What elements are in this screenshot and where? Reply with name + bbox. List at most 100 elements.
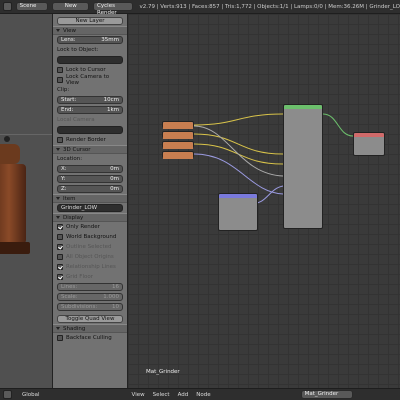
menu-node[interactable]: Node bbox=[196, 392, 210, 398]
cursor-x-value: 0m bbox=[110, 166, 119, 172]
cursor-x-label: X: bbox=[61, 166, 67, 172]
image-texture-node[interactable] bbox=[162, 141, 194, 149]
new-layer-button[interactable]: New Layer bbox=[57, 17, 123, 25]
grid-lines-label: Lines: bbox=[61, 284, 78, 290]
item-panel-title: Item bbox=[63, 195, 76, 202]
grid-floor-checkbox[interactable] bbox=[57, 274, 63, 280]
clip-end-label: End: bbox=[61, 107, 74, 113]
lock-object-field[interactable] bbox=[57, 56, 123, 64]
grid-subdivisions-field[interactable]: Subdivisions: 10 bbox=[57, 303, 123, 311]
image-texture-node[interactable] bbox=[162, 131, 194, 139]
grid-lines-field[interactable]: Lines: 16 bbox=[57, 283, 123, 291]
clip-start-label: Start: bbox=[61, 97, 77, 103]
lock-cursor-label: Lock to Cursor bbox=[66, 67, 106, 73]
cursor-panel-header[interactable]: 3D Cursor bbox=[53, 145, 127, 154]
only-render-checkbox[interactable] bbox=[57, 224, 63, 230]
outline-selected-label: Outline Selected bbox=[66, 244, 112, 250]
collapse-arrow-icon bbox=[56, 148, 60, 151]
collapse-arrow-icon bbox=[56, 29, 60, 32]
editor-type-icon[interactable] bbox=[3, 390, 12, 399]
backface-culling-label: Backface Culling bbox=[66, 335, 112, 341]
local-camera-field[interactable] bbox=[57, 126, 123, 134]
lock-camera-checkbox[interactable] bbox=[57, 77, 63, 83]
material-selector[interactable]: Mat_Grinder bbox=[300, 390, 353, 399]
world-background-label: World Background bbox=[66, 234, 117, 240]
backface-culling-checkbox[interactable] bbox=[57, 335, 63, 341]
bsdf-node-header bbox=[284, 105, 322, 109]
shading-panel-title: Shading bbox=[63, 325, 86, 332]
lens-label: Lens: bbox=[61, 37, 76, 43]
editor-type-icon[interactable] bbox=[3, 2, 12, 11]
new-scene-button[interactable]: New bbox=[52, 2, 90, 11]
view-panel-header[interactable]: View bbox=[53, 26, 127, 35]
grid-scale-value: 1.000 bbox=[103, 294, 119, 300]
grinder-top bbox=[0, 144, 20, 164]
grinder-body bbox=[0, 164, 26, 244]
menu-select[interactable]: Select bbox=[153, 392, 170, 398]
object-name-field[interactable]: Grinder_LOW bbox=[57, 204, 123, 212]
render-border-checkbox[interactable] bbox=[57, 137, 63, 143]
clip-label: Clip: bbox=[57, 87, 70, 93]
menu-view[interactable]: View bbox=[132, 392, 145, 398]
cursor-y-field[interactable]: Y: 0m bbox=[57, 175, 123, 183]
all-origins-checkbox[interactable] bbox=[57, 254, 63, 260]
collapse-arrow-icon bbox=[56, 197, 60, 200]
properties-sidebar: New Layer View Lens: 35mm Lock to Object:… bbox=[52, 14, 128, 388]
node-links bbox=[193, 113, 354, 205]
mapping-node-header bbox=[219, 194, 257, 198]
image-texture-node[interactable] bbox=[162, 121, 194, 129]
outline-selected-checkbox[interactable] bbox=[57, 244, 63, 250]
menu-global[interactable]: Global bbox=[22, 392, 40, 398]
local-camera-label: Local Camera bbox=[57, 117, 95, 123]
display-panel-header[interactable]: Display bbox=[53, 213, 127, 222]
mapping-node[interactable] bbox=[218, 193, 258, 231]
menu-add[interactable]: Add bbox=[178, 392, 189, 398]
image-node-header bbox=[163, 132, 193, 139]
image-texture-node[interactable] bbox=[162, 151, 194, 159]
clip-end-value: 1km bbox=[106, 107, 119, 113]
cursor-x-field[interactable]: X: 0m bbox=[57, 165, 123, 173]
relationship-lines-label: Relationship Lines bbox=[66, 264, 116, 270]
collapse-arrow-icon bbox=[56, 216, 60, 219]
relationship-lines-checkbox[interactable] bbox=[57, 264, 63, 270]
view-panel-title: View bbox=[63, 27, 77, 34]
item-panel-header[interactable]: Item bbox=[53, 194, 127, 203]
toggle-quad-view-button[interactable]: Toggle Quad View bbox=[57, 315, 123, 323]
only-render-label: Only Render bbox=[66, 224, 100, 230]
display-panel-title: Display bbox=[63, 214, 84, 221]
lock-to-object-label: Lock to Object: bbox=[57, 47, 99, 53]
clip-end-field[interactable]: End: 1km bbox=[57, 106, 123, 114]
render-engine-select[interactable]: Cycles Render bbox=[93, 2, 134, 16]
cursor-y-label: Y: bbox=[61, 176, 66, 182]
principled-bsdf-node[interactable] bbox=[283, 104, 323, 229]
bottom-header: Global View Select Add Node Mat_Grinder bbox=[0, 388, 400, 400]
render-border-label: Render Border bbox=[66, 137, 106, 143]
top-header: Scene New Cycles Render v2.79 | Verts:91… bbox=[0, 0, 400, 16]
stats-readout: v2.79 | Verts:913 | Faces:857 | Tris:1,7… bbox=[139, 3, 400, 10]
shading-panel-header[interactable]: Shading bbox=[53, 324, 127, 333]
3d-viewport[interactable] bbox=[0, 14, 52, 388]
cursor-panel-title: 3D Cursor bbox=[63, 146, 91, 153]
cursor-z-field[interactable]: Z: 0m bbox=[57, 185, 123, 193]
material-name-label: Mat_Grinder bbox=[146, 369, 180, 375]
node-editor[interactable]: Mat_Grinder bbox=[128, 14, 400, 388]
grid-subdivisions-label: Subdivisions: bbox=[61, 304, 98, 310]
lens-field[interactable]: Lens: 35mm bbox=[57, 36, 123, 44]
lock-camera-label: Lock Camera to View bbox=[66, 74, 110, 86]
grinder-base bbox=[0, 242, 30, 254]
viewport-horizon bbox=[0, 134, 52, 135]
lens-value: 35mm bbox=[101, 37, 119, 43]
grid-scale-field[interactable]: Scale: 1.000 bbox=[57, 293, 123, 301]
lock-cursor-checkbox[interactable] bbox=[57, 67, 63, 73]
material-output-node[interactable] bbox=[353, 132, 385, 156]
image-node-header bbox=[163, 152, 193, 159]
grid-floor-label: Grid Floor bbox=[66, 274, 93, 280]
image-node-header bbox=[163, 142, 193, 149]
scene-selector[interactable]: Scene bbox=[15, 2, 49, 11]
world-background-checkbox[interactable] bbox=[57, 234, 63, 240]
clip-start-value: 10cm bbox=[103, 97, 119, 103]
cursor-y-value: 0m bbox=[110, 176, 119, 182]
cursor-z-value: 0m bbox=[110, 186, 119, 192]
clip-start-field[interactable]: Start: 10cm bbox=[57, 96, 123, 104]
link-image-2 bbox=[193, 133, 284, 155]
